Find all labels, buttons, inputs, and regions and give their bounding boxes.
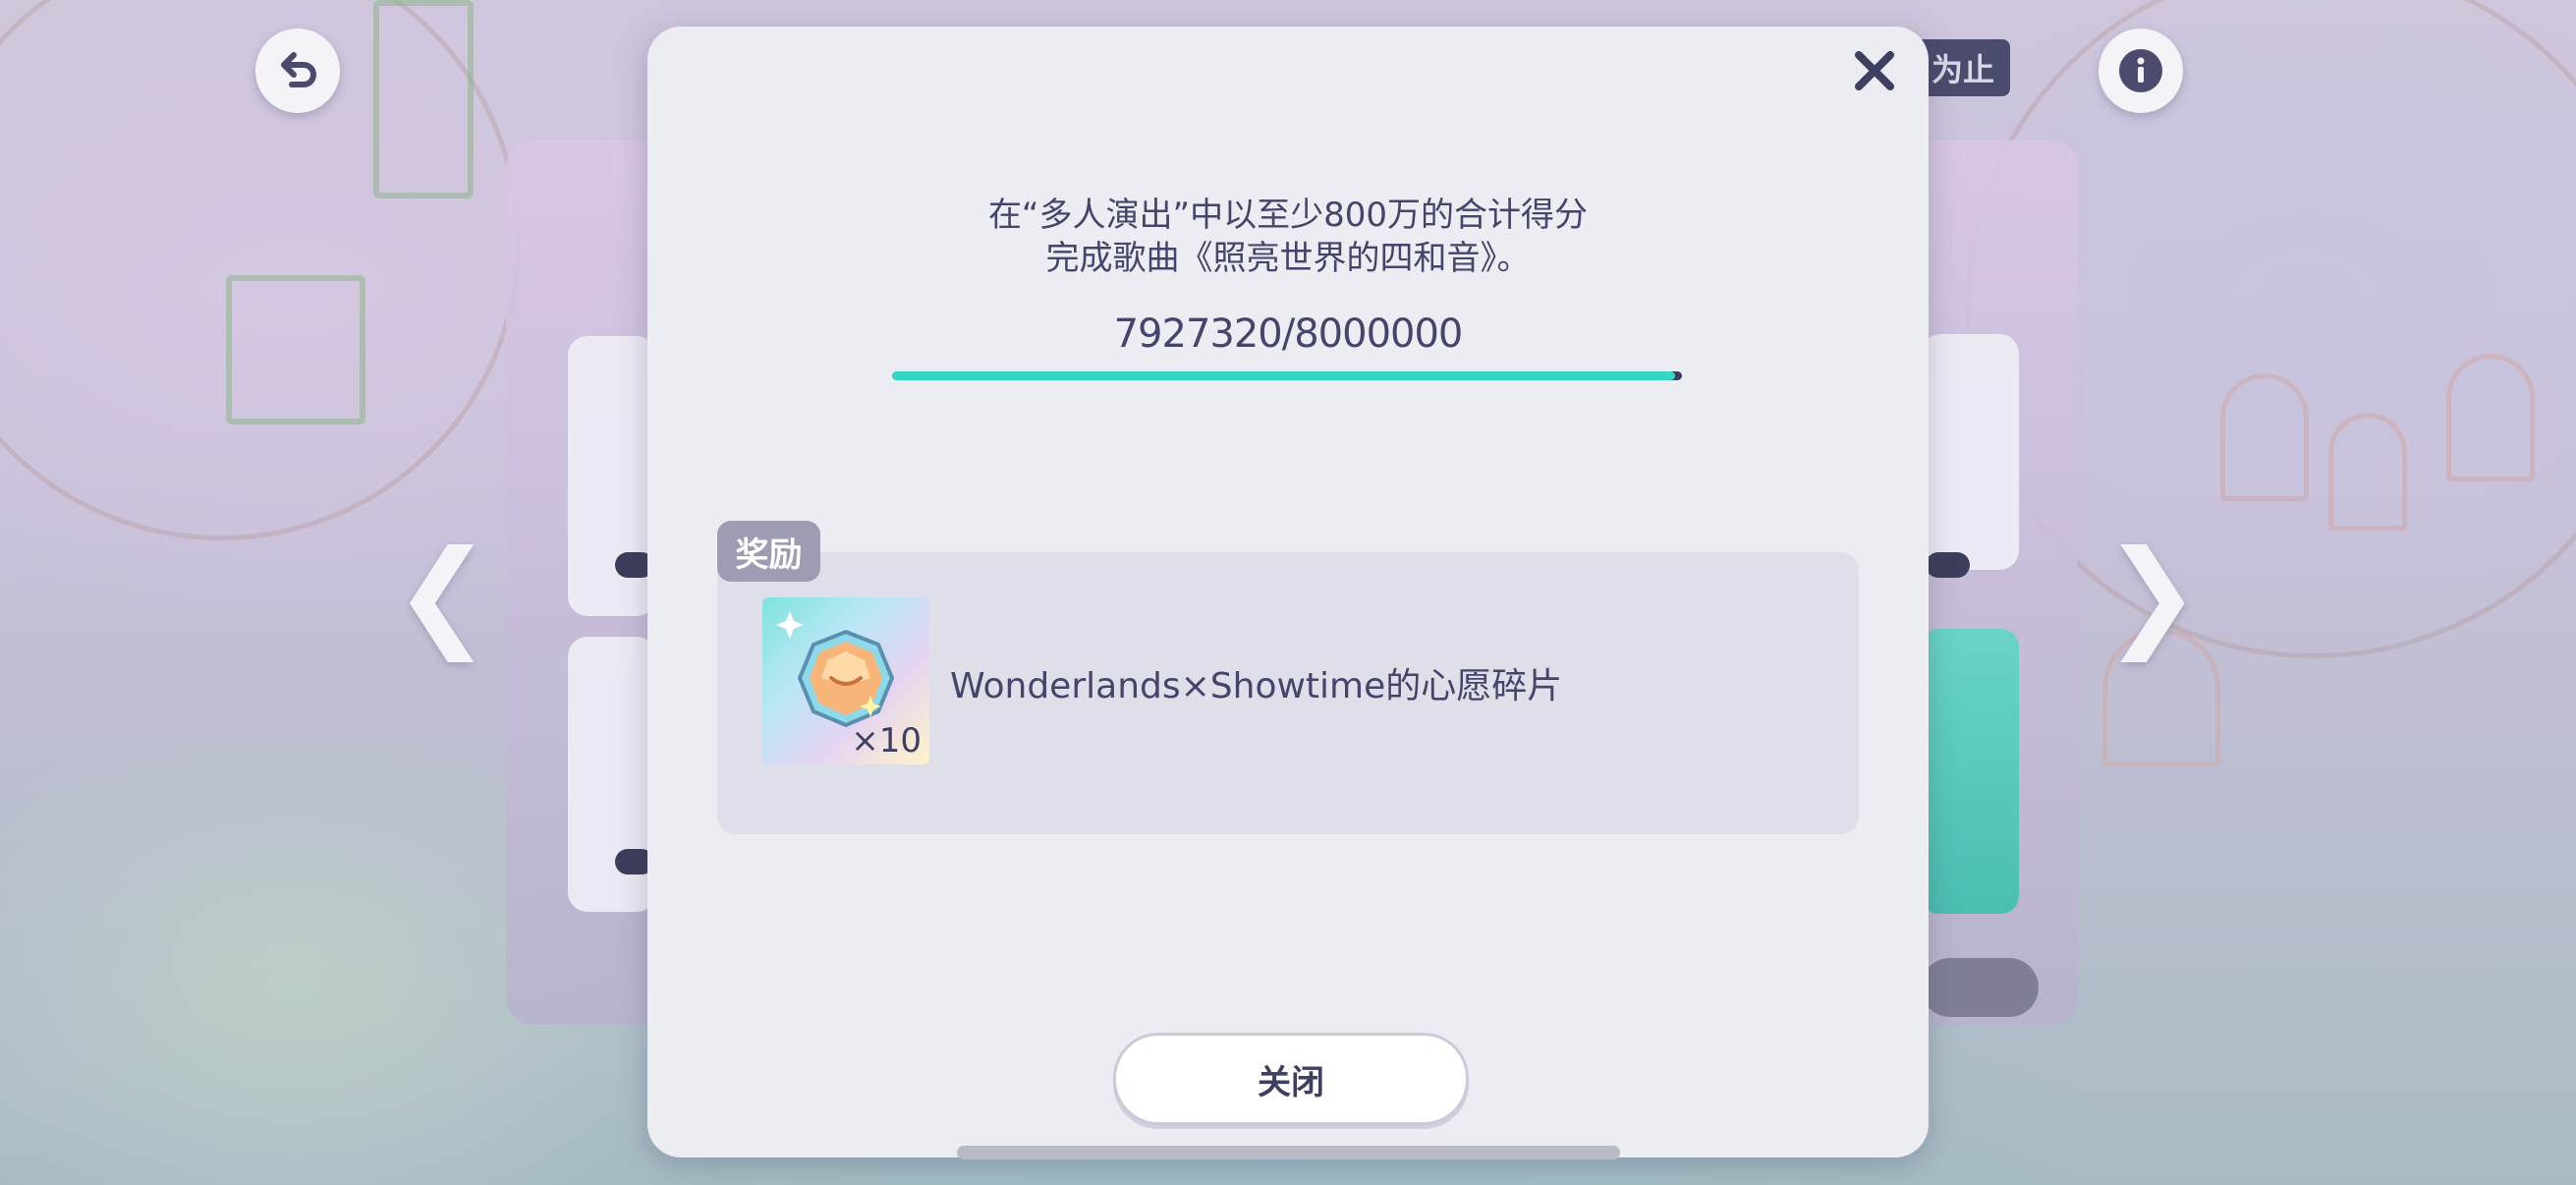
undo-icon xyxy=(281,52,316,87)
background-tag: 为止 xyxy=(1916,39,2011,96)
reward-tag: 奖励 xyxy=(717,521,820,582)
info-icon xyxy=(2119,49,2162,92)
reward-count: ×10 xyxy=(851,721,922,761)
mission-dialog: 在“多人演出”中以至少800万的合计得分 完成歌曲《照亮世界的四和音》。 792… xyxy=(647,27,1929,1159)
scrollbar[interactable] xyxy=(957,1146,1620,1159)
close-x-button[interactable] xyxy=(1844,40,1905,101)
info-button[interactable] xyxy=(2099,28,2183,113)
progress-bar xyxy=(892,371,1682,380)
back-button[interactable] xyxy=(255,28,340,113)
progress-fill xyxy=(892,371,1675,380)
reward-name: Wonderlands×Showtime的心愿碎片 xyxy=(950,666,1563,706)
progress-text: 7927320/8000000 xyxy=(1113,311,1464,357)
next-arrow[interactable]: ❯ xyxy=(2102,536,2202,653)
close-button[interactable]: 关闭 xyxy=(1113,1033,1469,1125)
mission-line-2: 完成歌曲《照亮世界的四和音》。 xyxy=(1045,239,1531,278)
wish-shard-icon: ×10 xyxy=(762,597,929,764)
mission-line-1: 在“多人演出”中以至少800万的合计得分 xyxy=(987,196,1589,235)
close-icon xyxy=(1855,51,1894,90)
mission-description: 在“多人演出”中以至少800万的合计得分 完成歌曲《照亮世界的四和音》。 xyxy=(647,194,1929,280)
prev-arrow[interactable]: ❮ xyxy=(393,536,492,653)
